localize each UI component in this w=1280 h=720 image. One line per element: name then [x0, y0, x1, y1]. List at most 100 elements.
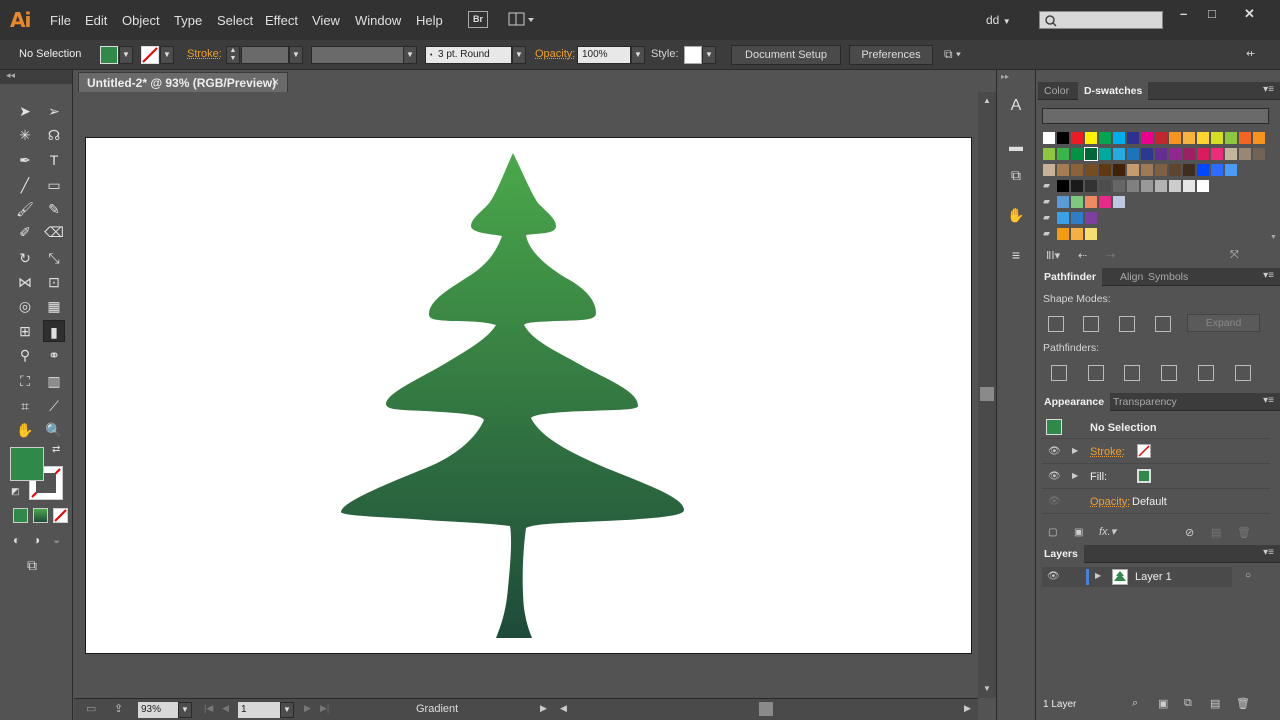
minus-back-icon[interactable]: [1235, 365, 1251, 381]
color-swatch[interactable]: [1183, 164, 1195, 176]
draw-behind-icon[interactable]: ◑: [33, 533, 40, 547]
gradient-panel-icon[interactable]: ▬: [1006, 136, 1026, 156]
stroke-swatch[interactable]: [141, 46, 159, 64]
merge-icon[interactable]: [1124, 365, 1140, 381]
color-swatch[interactable]: [1071, 132, 1083, 144]
swatch-libraries-icon[interactable]: ⅡⅠ▾: [1046, 249, 1060, 262]
intersect-icon[interactable]: [1119, 316, 1135, 332]
swatch-scroll-down-icon[interactable]: ▼: [1270, 234, 1277, 241]
color-swatch[interactable]: [1113, 196, 1125, 208]
color-swatch[interactable]: [1127, 132, 1139, 144]
pencil-tool-icon[interactable]: ✎: [43, 198, 65, 220]
color-swatch[interactable]: [1239, 148, 1251, 160]
arrange-icon[interactable]: ⧉ ▾: [944, 47, 961, 62]
christmas-tree-artwork[interactable]: [86, 138, 973, 655]
shape-builder-tool-icon[interactable]: ◎: [14, 295, 36, 317]
color-swatch[interactable]: [1211, 132, 1223, 144]
stroke-weight-input[interactable]: [241, 46, 289, 64]
color-swatch[interactable]: [1057, 164, 1069, 176]
fill-attribute-swatch[interactable]: [1137, 469, 1151, 483]
prev-artboard-icon[interactable]: ◀: [222, 703, 229, 714]
color-swatch[interactable]: [1141, 132, 1153, 144]
panel-menu-icon[interactable]: ▾≡: [1263, 547, 1274, 558]
swatch-tools-icon[interactable]: ⤧: [1230, 249, 1239, 262]
color-swatch[interactable]: [1071, 196, 1083, 208]
workspace-switcher[interactable]: dd ▼: [986, 13, 1011, 27]
rectangle-tool-icon[interactable]: ▭: [43, 174, 65, 196]
scroll-thumb[interactable]: [980, 387, 994, 401]
tab-transparency[interactable]: Transparency: [1107, 393, 1183, 411]
zoom-input[interactable]: 93%: [138, 702, 178, 718]
exclude-icon[interactable]: [1155, 316, 1171, 332]
tab-color[interactable]: Color: [1038, 82, 1075, 100]
brush-dropdown[interactable]: ▼: [512, 46, 526, 64]
blend-tool-icon[interactable]: ⚭: [43, 344, 65, 366]
magic-wand-tool-icon[interactable]: ✳: [14, 124, 36, 146]
appearance-stroke-row[interactable]: 👁 ▶ Stroke:: [1042, 440, 1270, 464]
graphic-style-swatch[interactable]: [684, 46, 702, 64]
color-swatch[interactable]: [1211, 148, 1223, 160]
color-swatch[interactable]: [1071, 180, 1083, 192]
color-swatch[interactable]: [1099, 164, 1111, 176]
tab-pathfinder[interactable]: Pathfinder: [1038, 268, 1102, 286]
scroll-right-icon[interactable]: ▶: [964, 703, 971, 714]
color-swatch[interactable]: [1099, 196, 1111, 208]
color-swatch[interactable]: [1155, 164, 1167, 176]
rotate-tool-icon[interactable]: ↻: [14, 247, 36, 269]
color-swatch[interactable]: [1113, 180, 1125, 192]
line-tool-icon[interactable]: ╱: [14, 174, 36, 196]
color-swatch[interactable]: [1099, 132, 1111, 144]
stroke-weight-stepper[interactable]: ▲ ▼: [226, 46, 240, 64]
color-swatch[interactable]: [1085, 212, 1097, 224]
color-swatch[interactable]: [1169, 180, 1181, 192]
blob-brush-tool-icon[interactable]: ✐: [14, 221, 36, 243]
brush-definition[interactable]: • 3 pt. Round: [425, 46, 512, 64]
style-dropdown[interactable]: ▼: [702, 46, 716, 64]
symbol-sprayer-tool-icon[interactable]: ⛶: [14, 370, 36, 392]
swatch-group-folder-icon[interactable]: ▰: [1043, 212, 1050, 223]
color-swatch[interactable]: [1239, 132, 1251, 144]
tree-shape[interactable]: [341, 153, 684, 638]
color-swatch[interactable]: [1085, 196, 1097, 208]
minimize-button[interactable]: –: [1180, 6, 1187, 21]
color-swatch[interactable]: [1197, 132, 1209, 144]
document-tab[interactable]: Untitled-2* @ 93% (RGB/Preview) ×: [78, 72, 288, 92]
menu-object[interactable]: Object: [122, 13, 160, 28]
expand-arrow-icon[interactable]: ▶: [1095, 571, 1101, 580]
color-swatch[interactable]: [1253, 148, 1265, 160]
next-artboard-icon[interactable]: ▶: [304, 703, 311, 714]
mesh-tool-icon[interactable]: ⊞: [14, 320, 36, 342]
color-swatch[interactable]: [1127, 180, 1139, 192]
collapse-strip-icon[interactable]: ▸▸: [1001, 72, 1009, 81]
color-swatch[interactable]: [1043, 164, 1055, 176]
appearance-opacity-row[interactable]: 👁 Opacity: Default: [1042, 490, 1270, 514]
color-swatch[interactable]: [1197, 180, 1209, 192]
color-swatch[interactable]: [1071, 164, 1083, 176]
fill-dropdown[interactable]: ▼: [119, 46, 133, 64]
column-graph-tool-icon[interactable]: ▥: [43, 370, 65, 392]
expand-arrow-icon[interactable]: ▶: [1072, 446, 1078, 455]
width-tool-icon[interactable]: ⋈: [14, 271, 36, 293]
target-circle-icon[interactable]: ○: [1245, 570, 1251, 581]
fill-swatch[interactable]: [100, 46, 118, 64]
lasso-tool-icon[interactable]: ☊: [43, 124, 65, 146]
color-swatch[interactable]: [1197, 148, 1209, 160]
free-transform-tool-icon[interactable]: ⊡: [43, 271, 65, 293]
expand-arrow-icon[interactable]: ▶: [1072, 471, 1078, 480]
color-swatch[interactable]: [1071, 148, 1083, 160]
duplicate-item-icon[interactable]: ▤: [1211, 526, 1221, 539]
scroll-up-icon[interactable]: ▲: [983, 96, 991, 105]
color-swatch[interactable]: [1211, 164, 1223, 176]
stroke-attribute-label[interactable]: Stroke:: [1090, 446, 1125, 458]
color-swatch[interactable]: [1071, 212, 1083, 224]
default-colors-icon[interactable]: ◩: [11, 486, 20, 497]
add-fill-icon[interactable]: ▣: [1074, 527, 1083, 538]
artboard-number-input[interactable]: 1: [238, 702, 280, 718]
color-swatch[interactable]: [1043, 148, 1055, 160]
swatch-grid[interactable]: ▰ ▰ ▰ ▰: [1043, 132, 1271, 242]
document-setup-button[interactable]: Document Setup: [731, 45, 841, 65]
color-swatch[interactable]: [1225, 148, 1237, 160]
layer-target-cell[interactable]: ○: [1232, 567, 1270, 587]
first-artboard-icon[interactable]: |◀: [204, 703, 213, 714]
color-swatch[interactable]: [1057, 212, 1069, 224]
